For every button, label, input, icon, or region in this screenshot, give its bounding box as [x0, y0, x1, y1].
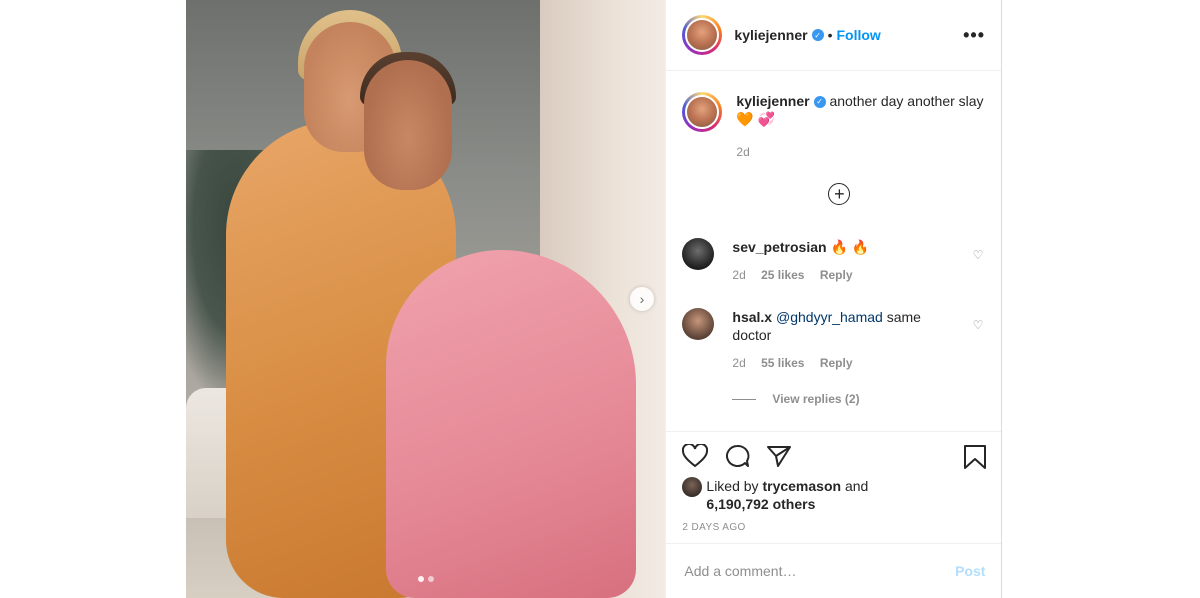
avatar[interactable] — [682, 238, 715, 270]
posted-time[interactable]: 2 DAYS AGO — [682, 522, 745, 533]
separator: • — [827, 27, 833, 43]
comment-time[interactable]: 2d — [732, 356, 745, 370]
follow-button[interactable]: Follow — [836, 27, 880, 43]
likes-prefix: Liked by — [706, 478, 759, 494]
list-item: sev_petrosian 🔥 🔥 2d 25 likes Reply ♡ — [682, 238, 987, 284]
caption-time[interactable]: 2d — [736, 145, 749, 159]
avatar[interactable] — [682, 92, 723, 132]
more-icon[interactable]: ••• — [963, 25, 985, 46]
post-header: kyliejenner ✓ • Follow ••• — [666, 0, 1001, 71]
caption: kyliejenner ✓ another day another slay 🧡 … — [682, 92, 987, 161]
header-username[interactable]: kyliejenner — [734, 27, 807, 43]
comments-section[interactable]: kyliejenner ✓ another day another slay 🧡 … — [666, 72, 1001, 430]
likes-summary: Liked by trycemason and 6,190,792 others — [682, 477, 868, 513]
comment-icon[interactable] — [724, 444, 750, 468]
heart-icon[interactable]: ♡ — [973, 318, 984, 332]
heart-icon[interactable] — [682, 444, 709, 468]
post-actions: Liked by trycemason and 6,190,792 others… — [666, 431, 1002, 543]
comment-time[interactable]: 2d — [732, 268, 745, 282]
add-icon[interactable]: + — [828, 183, 851, 205]
reply-button[interactable]: Reply — [820, 356, 853, 370]
bookmark-icon[interactable] — [963, 444, 987, 470]
caption-emoji: 🧡 💞 — [736, 111, 776, 127]
reply-button[interactable]: Reply — [820, 268, 853, 282]
avatar[interactable] — [682, 477, 703, 497]
likes-count[interactable]: 6,190,792 others — [706, 496, 815, 512]
carousel-dot — [418, 576, 424, 582]
caption-username[interactable]: kyliejenner — [736, 93, 809, 109]
comment-mention[interactable]: @ghdyyr_hamad — [776, 309, 883, 325]
verified-icon: ✓ — [813, 96, 826, 109]
comment-input[interactable] — [682, 562, 956, 580]
comment-username[interactable]: sev_petrosian — [732, 239, 826, 255]
chevron-right-icon[interactable]: › — [630, 287, 654, 311]
view-replies-label: View replies (2) — [772, 392, 860, 406]
caption-text: another day another slay — [829, 93, 984, 109]
comment-likes[interactable]: 55 likes — [761, 356, 804, 370]
post-image[interactable]: › — [186, 0, 666, 598]
comment-text: 🔥 🔥 — [830, 239, 870, 255]
post-side-panel: kyliejenner ✓ • Follow ••• kyliejenner ✓ … — [665, 0, 1002, 598]
post-button[interactable]: Post — [955, 563, 985, 579]
add-comment-bar: Post — [666, 543, 1002, 598]
carousel-dots — [418, 576, 434, 582]
likes-and: and — [844, 478, 869, 494]
comment-username[interactable]: hsal.x — [732, 309, 772, 325]
carousel-dot — [428, 576, 434, 582]
likes-user[interactable]: trycemason — [762, 478, 841, 494]
share-icon[interactable] — [766, 444, 792, 468]
verified-icon: ✓ — [811, 29, 824, 41]
list-item: hsal.x @ghdyyr_hamad same doctor 2d 55 l… — [682, 308, 987, 372]
comment-likes[interactable]: 25 likes — [761, 268, 804, 282]
heart-icon[interactable]: ♡ — [973, 248, 984, 262]
avatar[interactable] — [682, 308, 715, 340]
avatar[interactable] — [682, 15, 723, 55]
post-container: › kyliejenner ✓ • Follow ••• kyliejenner… — [186, 0, 1002, 598]
view-replies-button[interactable]: View replies (2) — [732, 392, 860, 406]
